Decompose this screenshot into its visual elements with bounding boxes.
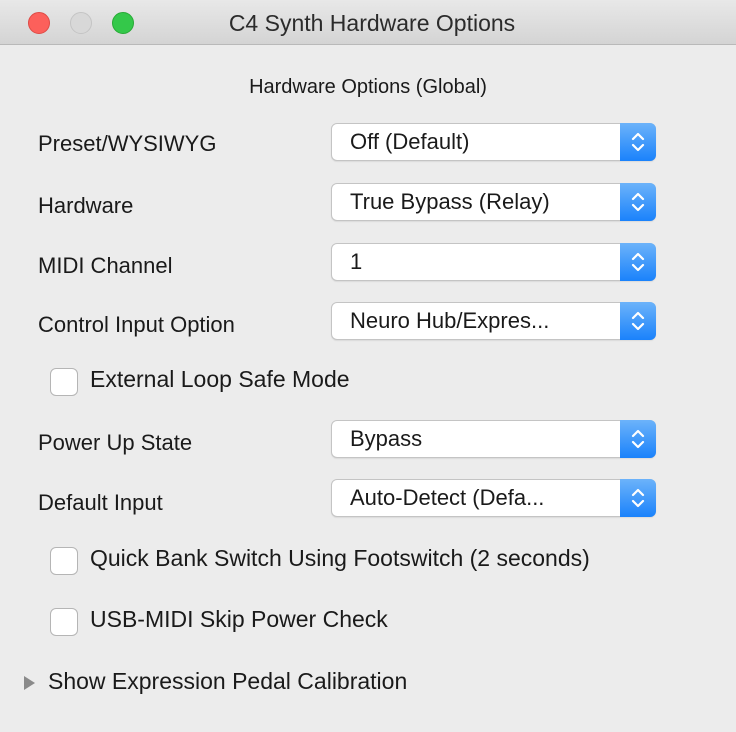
section-heading: Hardware Options (Global) [249, 76, 487, 98]
up-down-chevron-icon [620, 479, 656, 517]
default-input-popup[interactable]: Auto-Detect (Defa... [331, 479, 656, 517]
control-input-option-popup[interactable]: Neuro Hub/Expres... [331, 302, 656, 340]
window-title: C4 Synth Hardware Options [228, 10, 516, 36]
hardware-value: True Bypass (Relay) [350, 189, 550, 214]
midi-channel-popup[interactable]: 1 [331, 243, 656, 281]
up-down-chevron-icon [620, 183, 656, 221]
disclosure-triangle-icon[interactable] [22, 675, 36, 691]
power-up-state-popup[interactable]: Bypass [331, 420, 656, 458]
control-input-option-value: Neuro Hub/Expres... [350, 308, 550, 333]
hardware-label: Hardware [38, 193, 134, 218]
expression-pedal-calibration-label: Show Expression Pedal Calibration [48, 668, 408, 694]
default-input-value: Auto-Detect (Defa... [350, 485, 545, 510]
external-loop-safe-mode-label: External Loop Safe Mode [90, 366, 350, 392]
up-down-chevron-icon [620, 302, 656, 340]
preset-wysiwyg-label: Preset/WYSIWYG [38, 131, 217, 156]
default-input-label: Default Input [38, 490, 163, 515]
title-bar[interactable]: C4 Synth Hardware Options [0, 0, 736, 45]
up-down-chevron-icon [620, 420, 656, 458]
power-up-state-label: Power Up State [38, 430, 193, 455]
hardware-options-window: C4 Synth Hardware Options Hardware Optio… [0, 0, 736, 732]
external-loop-safe-mode-checkbox[interactable] [50, 368, 78, 396]
up-down-chevron-icon [620, 123, 656, 161]
midi-channel-label: MIDI Channel [38, 253, 173, 278]
quick-bank-switch-label: Quick Bank Switch Using Footswitch (2 se… [90, 545, 590, 571]
control-input-option-label: Control Input Option [38, 312, 235, 337]
hardware-popup[interactable]: True Bypass (Relay) [331, 183, 656, 221]
usb-midi-skip-power-check-checkbox[interactable] [50, 608, 78, 636]
power-up-state-value: Bypass [350, 426, 423, 451]
quick-bank-switch-checkbox[interactable] [50, 547, 78, 575]
usb-midi-skip-power-check-label: USB-MIDI Skip Power Check [90, 606, 388, 632]
preset-wysiwyg-popup[interactable]: Off (Default) [331, 123, 656, 161]
preset-wysiwyg-value: Off (Default) [350, 129, 470, 154]
midi-channel-value: 1 [350, 249, 363, 274]
up-down-chevron-icon [620, 243, 656, 281]
